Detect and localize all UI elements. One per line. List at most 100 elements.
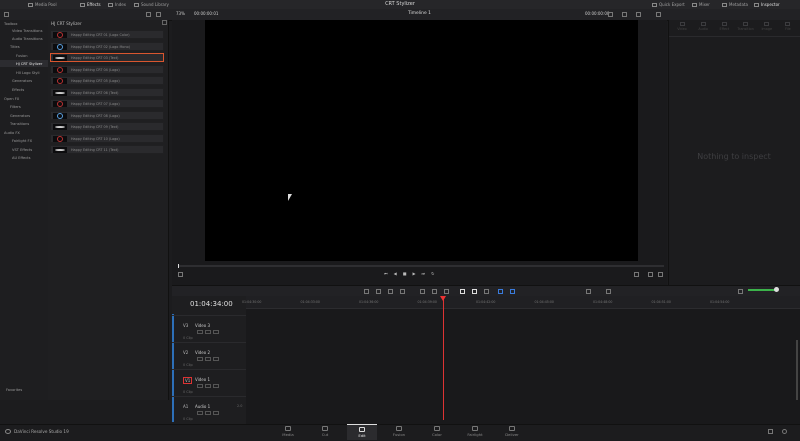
blade-tool-icon[interactable] [400,289,405,294]
track-id[interactable]: V3 [183,323,188,328]
zoom-in-icon[interactable] [606,289,611,294]
flag-icon[interactable] [498,289,503,294]
track-mute-icon[interactable] [213,384,219,388]
viewer-fullscreen-icon[interactable] [178,272,183,277]
tree-vst-effects[interactable]: VST Effects [12,148,32,152]
zoom-level[interactable]: 73% [176,11,185,16]
viewer-scrubber-handle[interactable] [178,264,179,268]
mixer-tab[interactable]: Mixer [692,0,710,9]
track-auto-select-icon[interactable] [205,330,211,334]
match-frame-icon[interactable] [634,272,639,277]
tree-hj-crt-stylizer[interactable]: HJ CRT Stylizer [16,62,42,66]
track-auto-select-icon[interactable] [205,411,211,415]
position-lock-icon[interactable] [484,289,489,294]
tree-video-transitions[interactable]: Video Transitions [12,29,42,33]
page-tab-cut[interactable]: Cut [310,424,340,440]
fx-panel-options-icon[interactable] [162,20,167,25]
page-tab-deliver[interactable]: Deliver [497,424,527,440]
timeline-ruler[interactable]: 01:04:30:00 01:04:33:00 01:04:36:00 01:04:3… [242,296,800,309]
playhead[interactable] [443,296,444,420]
track-mute-icon[interactable] [213,411,219,415]
wipe-icon[interactable] [636,12,641,17]
fx-list-item[interactable]: Happy Editing CRT 01 (Logo Color) [50,30,164,39]
track-name[interactable]: Video 2 [195,350,210,355]
tree-audio-fx[interactable]: Audio FX [4,131,20,135]
fx-list-item[interactable]: Happy Editing CRT 07 (Logo) [50,99,164,108]
tree-toolbox[interactable]: Toolbox [4,22,17,26]
tree-filters[interactable]: Filters [10,105,21,109]
track-name[interactable]: Video 3 [195,323,210,328]
tree-titles[interactable]: Titles [10,45,20,49]
fx-list-item[interactable]: Happy Editing CRT 04 (Logo) [50,64,164,74]
track-name[interactable]: Video 1 [195,377,210,382]
linked-selection-icon[interactable] [472,289,477,294]
tree-hii-logo-styli[interactable]: HII Logo Styli [16,71,40,75]
fx-list-item[interactable]: Happy Editing CRT 11 (Text) [50,145,164,154]
fx-list-item[interactable]: Happy Editing CRT 03 (Text) [50,53,164,62]
tree-favorites[interactable]: Favorites [6,388,22,392]
track-lock-icon[interactable] [197,411,203,415]
track-auto-select-icon[interactable] [205,357,211,361]
tree-ofx-generators[interactable]: Generators [10,114,30,118]
track-mute-icon[interactable] [213,330,219,334]
overwrite-clip-icon[interactable] [432,289,437,294]
insert-clip-icon[interactable] [420,289,425,294]
metadata-tab[interactable]: Metadata [722,0,748,9]
play-reverse-icon[interactable]: ◀ [394,271,397,277]
tree-transitions[interactable]: Transitions [10,122,29,126]
page-tab-fusion[interactable]: Fusion [384,424,414,440]
tree-au-effects[interactable]: AU Effects [12,156,30,160]
viewer-canvas[interactable] [205,20,638,261]
jump-end-icon[interactable]: ⏭ [422,271,426,277]
viewer-prev-icon[interactable] [648,272,653,277]
stop-icon[interactable]: ■ [403,271,407,277]
loop-icon[interactable]: ↻ [431,271,434,277]
tree-fusion[interactable]: Fusion [16,54,28,58]
track-mute-icon[interactable] [213,357,219,361]
inspector-tab-video[interactable]: Video [673,22,691,34]
replace-clip-icon[interactable] [444,289,449,294]
trim-tool-icon[interactable] [376,289,381,294]
quick-export-tab[interactable]: Quick Export [652,0,685,9]
panel-toggle-icon[interactable] [4,12,9,17]
tree-generators[interactable]: Generators [12,79,32,83]
track-name[interactable]: Audio 1 [195,404,210,409]
index-tab[interactable]: Index [108,0,126,9]
inspector-tab-image[interactable]: Image [758,22,776,34]
dynamic-trim-icon[interactable] [388,289,393,294]
inspector-tab-audio[interactable]: Audio [694,22,712,34]
settings-icon[interactable] [782,429,787,434]
track-id[interactable]: V2 [183,350,188,355]
search-icon[interactable] [146,12,151,17]
tree-open-fx[interactable]: Open FX [4,97,19,101]
viewer-next-icon[interactable] [658,272,663,277]
selection-tool-icon[interactable] [364,289,369,294]
inspector-tab[interactable]: Inspector [754,0,780,9]
inspector-tab-file[interactable]: File [779,22,797,34]
timeline-timecode[interactable]: 01:04:34:00 [190,300,233,308]
effects-tab[interactable]: Effects [80,0,101,9]
viewer-scrubber[interactable] [178,265,664,267]
timeline-tracks-area[interactable] [246,296,800,424]
more-options-icon[interactable] [656,12,661,17]
speaker-icon[interactable] [738,289,743,294]
track-id[interactable]: A1 [183,404,188,409]
page-tab-media[interactable]: Media [273,424,303,440]
fx-list-item[interactable]: Happy Editing CRT 10 (Logo) [50,133,164,143]
media-pool-tab[interactable]: Media Pool [28,0,57,9]
page-tab-color[interactable]: Color [422,424,452,440]
zoom-slider-icon[interactable] [586,289,591,294]
page-tab-fairlight[interactable]: Fairlight [460,424,490,440]
track-id[interactable]: V1 [183,377,193,384]
monitor-icon[interactable] [622,12,627,17]
layout-icon[interactable] [608,12,613,17]
fx-list-item[interactable]: Happy Editing CRT 02 (Logo Mono) [50,41,164,51]
page-tab-edit[interactable]: Edit [347,424,377,440]
inspector-tab-effect[interactable]: Effect [715,22,733,34]
snapping-icon[interactable] [460,289,465,294]
fx-list-item[interactable]: Happy Editing CRT 08 (Logo) [50,110,164,120]
playhead-marker-icon[interactable] [440,296,446,301]
fx-list-item[interactable]: Happy Editing CRT 05 (Logo) [50,76,164,85]
track-lock-icon[interactable] [197,384,203,388]
master-volume-knob[interactable] [774,287,779,292]
